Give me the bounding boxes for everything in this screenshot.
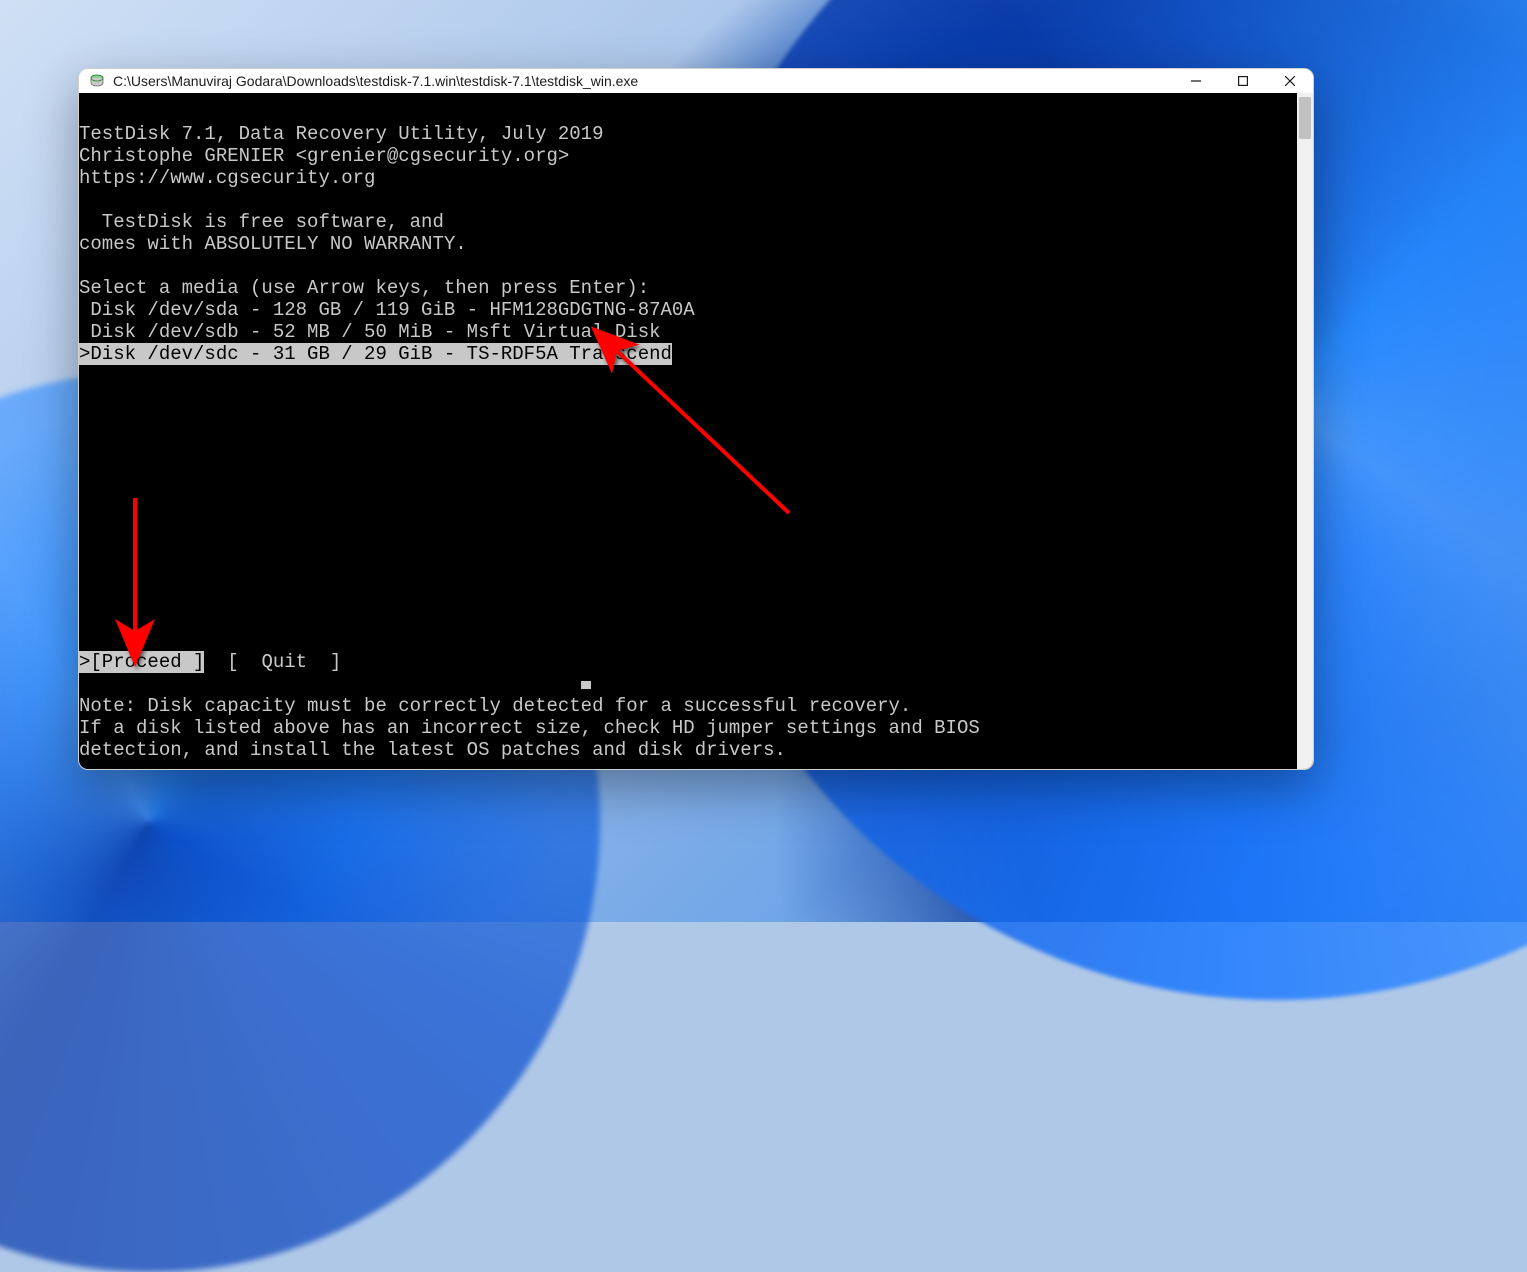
menu-proceed-button[interactable]: >[Proceed ] [79, 651, 204, 673]
console-client-area: TestDisk 7.1, Data Recovery Utility, Jul… [79, 93, 1313, 769]
maximize-button[interactable] [1219, 69, 1266, 93]
app-icon [89, 73, 105, 89]
console-output[interactable]: TestDisk 7.1, Data Recovery Utility, Jul… [79, 93, 1297, 769]
console-window: C:\Users\Manuviraj Godara\Downloads\test… [78, 68, 1314, 770]
console-line: TestDisk 7.1, Data Recovery Utility, Jul… [79, 123, 604, 145]
console-line: If a disk listed above has an incorrect … [79, 717, 980, 739]
console-line: detection, and install the latest OS pat… [79, 739, 786, 761]
disk-item: Disk /dev/sda - 128 GB / 119 GiB - HFM12… [79, 299, 695, 321]
menu-row: >[Proceed ] [ Quit ] [79, 651, 341, 673]
menu-gap [204, 651, 227, 673]
disk-item-selected[interactable]: >Disk /dev/sdc - 31 GB / 29 GiB - TS-RDF… [79, 343, 672, 365]
selection-caret: > [79, 343, 90, 365]
scroll-thumb[interactable] [1299, 97, 1311, 139]
disk-item: Disk /dev/sdb - 52 MB / 50 MiB - Msft Vi… [79, 321, 661, 343]
console-line: https://www.cgsecurity.org [79, 167, 375, 189]
console-line: Select a media (use Arrow keys, then pre… [79, 277, 649, 299]
selected-disk-text: Disk /dev/sdc - 31 GB / 29 GiB - TS-RDF5… [90, 343, 672, 365]
console-line: Christophe GRENIER <grenier@cgsecurity.o… [79, 145, 569, 167]
console-line: Note: Disk capacity must be correctly de… [79, 695, 911, 717]
minimize-button[interactable] [1172, 69, 1219, 93]
title-bar[interactable]: C:\Users\Manuviraj Godara\Downloads\test… [79, 69, 1313, 93]
console-line: TestDisk is free software, and [79, 211, 444, 233]
close-button[interactable] [1266, 69, 1313, 93]
menu-proceed-label: [Proceed ] [90, 651, 204, 673]
console-line: comes with ABSOLUTELY NO WARRANTY. [79, 233, 467, 255]
window-controls [1172, 69, 1313, 93]
vertical-scrollbar[interactable] [1297, 93, 1313, 769]
selection-caret: > [79, 651, 90, 673]
text-cursor-icon [581, 681, 591, 689]
menu-quit-button[interactable]: [ Quit ] [227, 651, 341, 673]
window-title: C:\Users\Manuviraj Godara\Downloads\test… [113, 73, 638, 89]
cursor-line [79, 673, 591, 695]
